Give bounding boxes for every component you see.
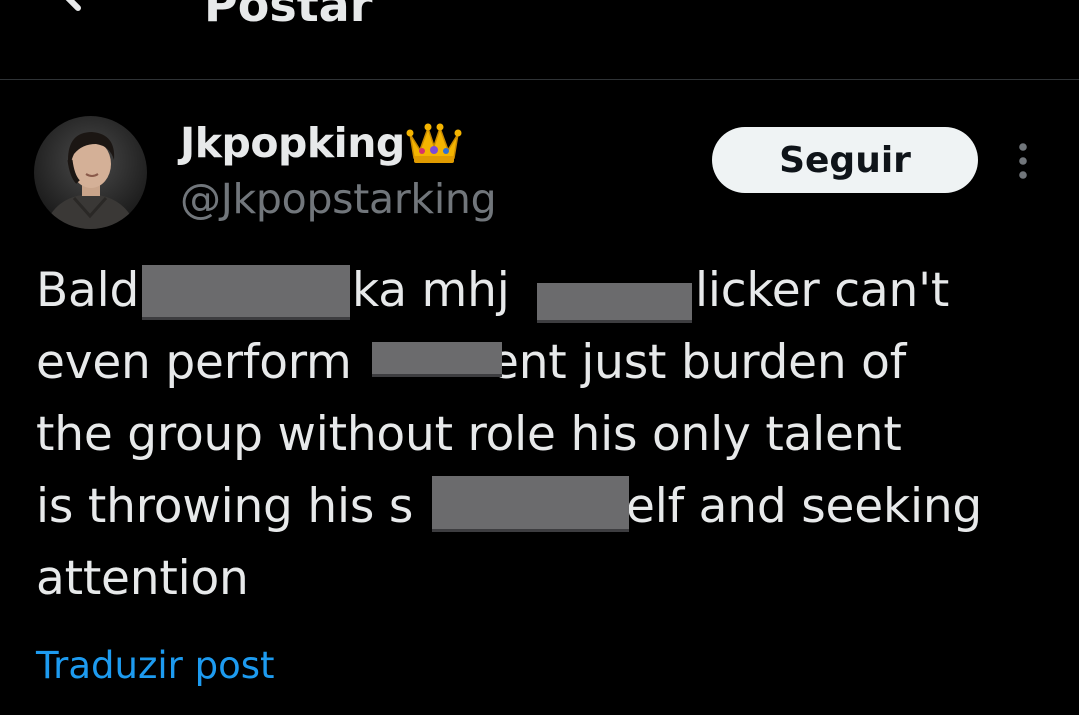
post-line: attention <box>36 551 249 606</box>
post-line: even perform <box>36 335 352 390</box>
follow-button[interactable]: Seguir <box>712 127 978 193</box>
display-name[interactable]: Jkpopking <box>180 119 405 167</box>
author-handle[interactable]: @Jkpopstarking <box>180 175 497 223</box>
post-line: is throwing his s <box>36 479 414 534</box>
avatar-photo <box>34 116 147 229</box>
post-line: ka mhj <box>352 263 510 318</box>
avatar[interactable] <box>34 116 147 229</box>
author-name-row[interactable]: Jkpopking <box>180 118 462 168</box>
post-line: licker can't <box>695 263 950 318</box>
arrow-left-icon[interactable] <box>50 0 110 22</box>
crown-icon <box>406 123 462 163</box>
more-vertical-icon[interactable] <box>1013 141 1033 181</box>
redaction-box <box>142 265 350 320</box>
post-line: ent just burden of <box>490 335 907 390</box>
translate-post-link[interactable]: Traduzir post <box>36 640 275 692</box>
top-bar: Postar <box>0 0 1079 80</box>
post-line: elf and seeking <box>626 479 983 534</box>
page-title: Postar <box>204 0 373 32</box>
post-line: Bald <box>36 263 140 318</box>
redaction-box <box>537 283 692 323</box>
redaction-box <box>372 342 502 377</box>
redaction-box <box>432 476 629 532</box>
post-line: the group without role his only talent <box>36 407 902 462</box>
